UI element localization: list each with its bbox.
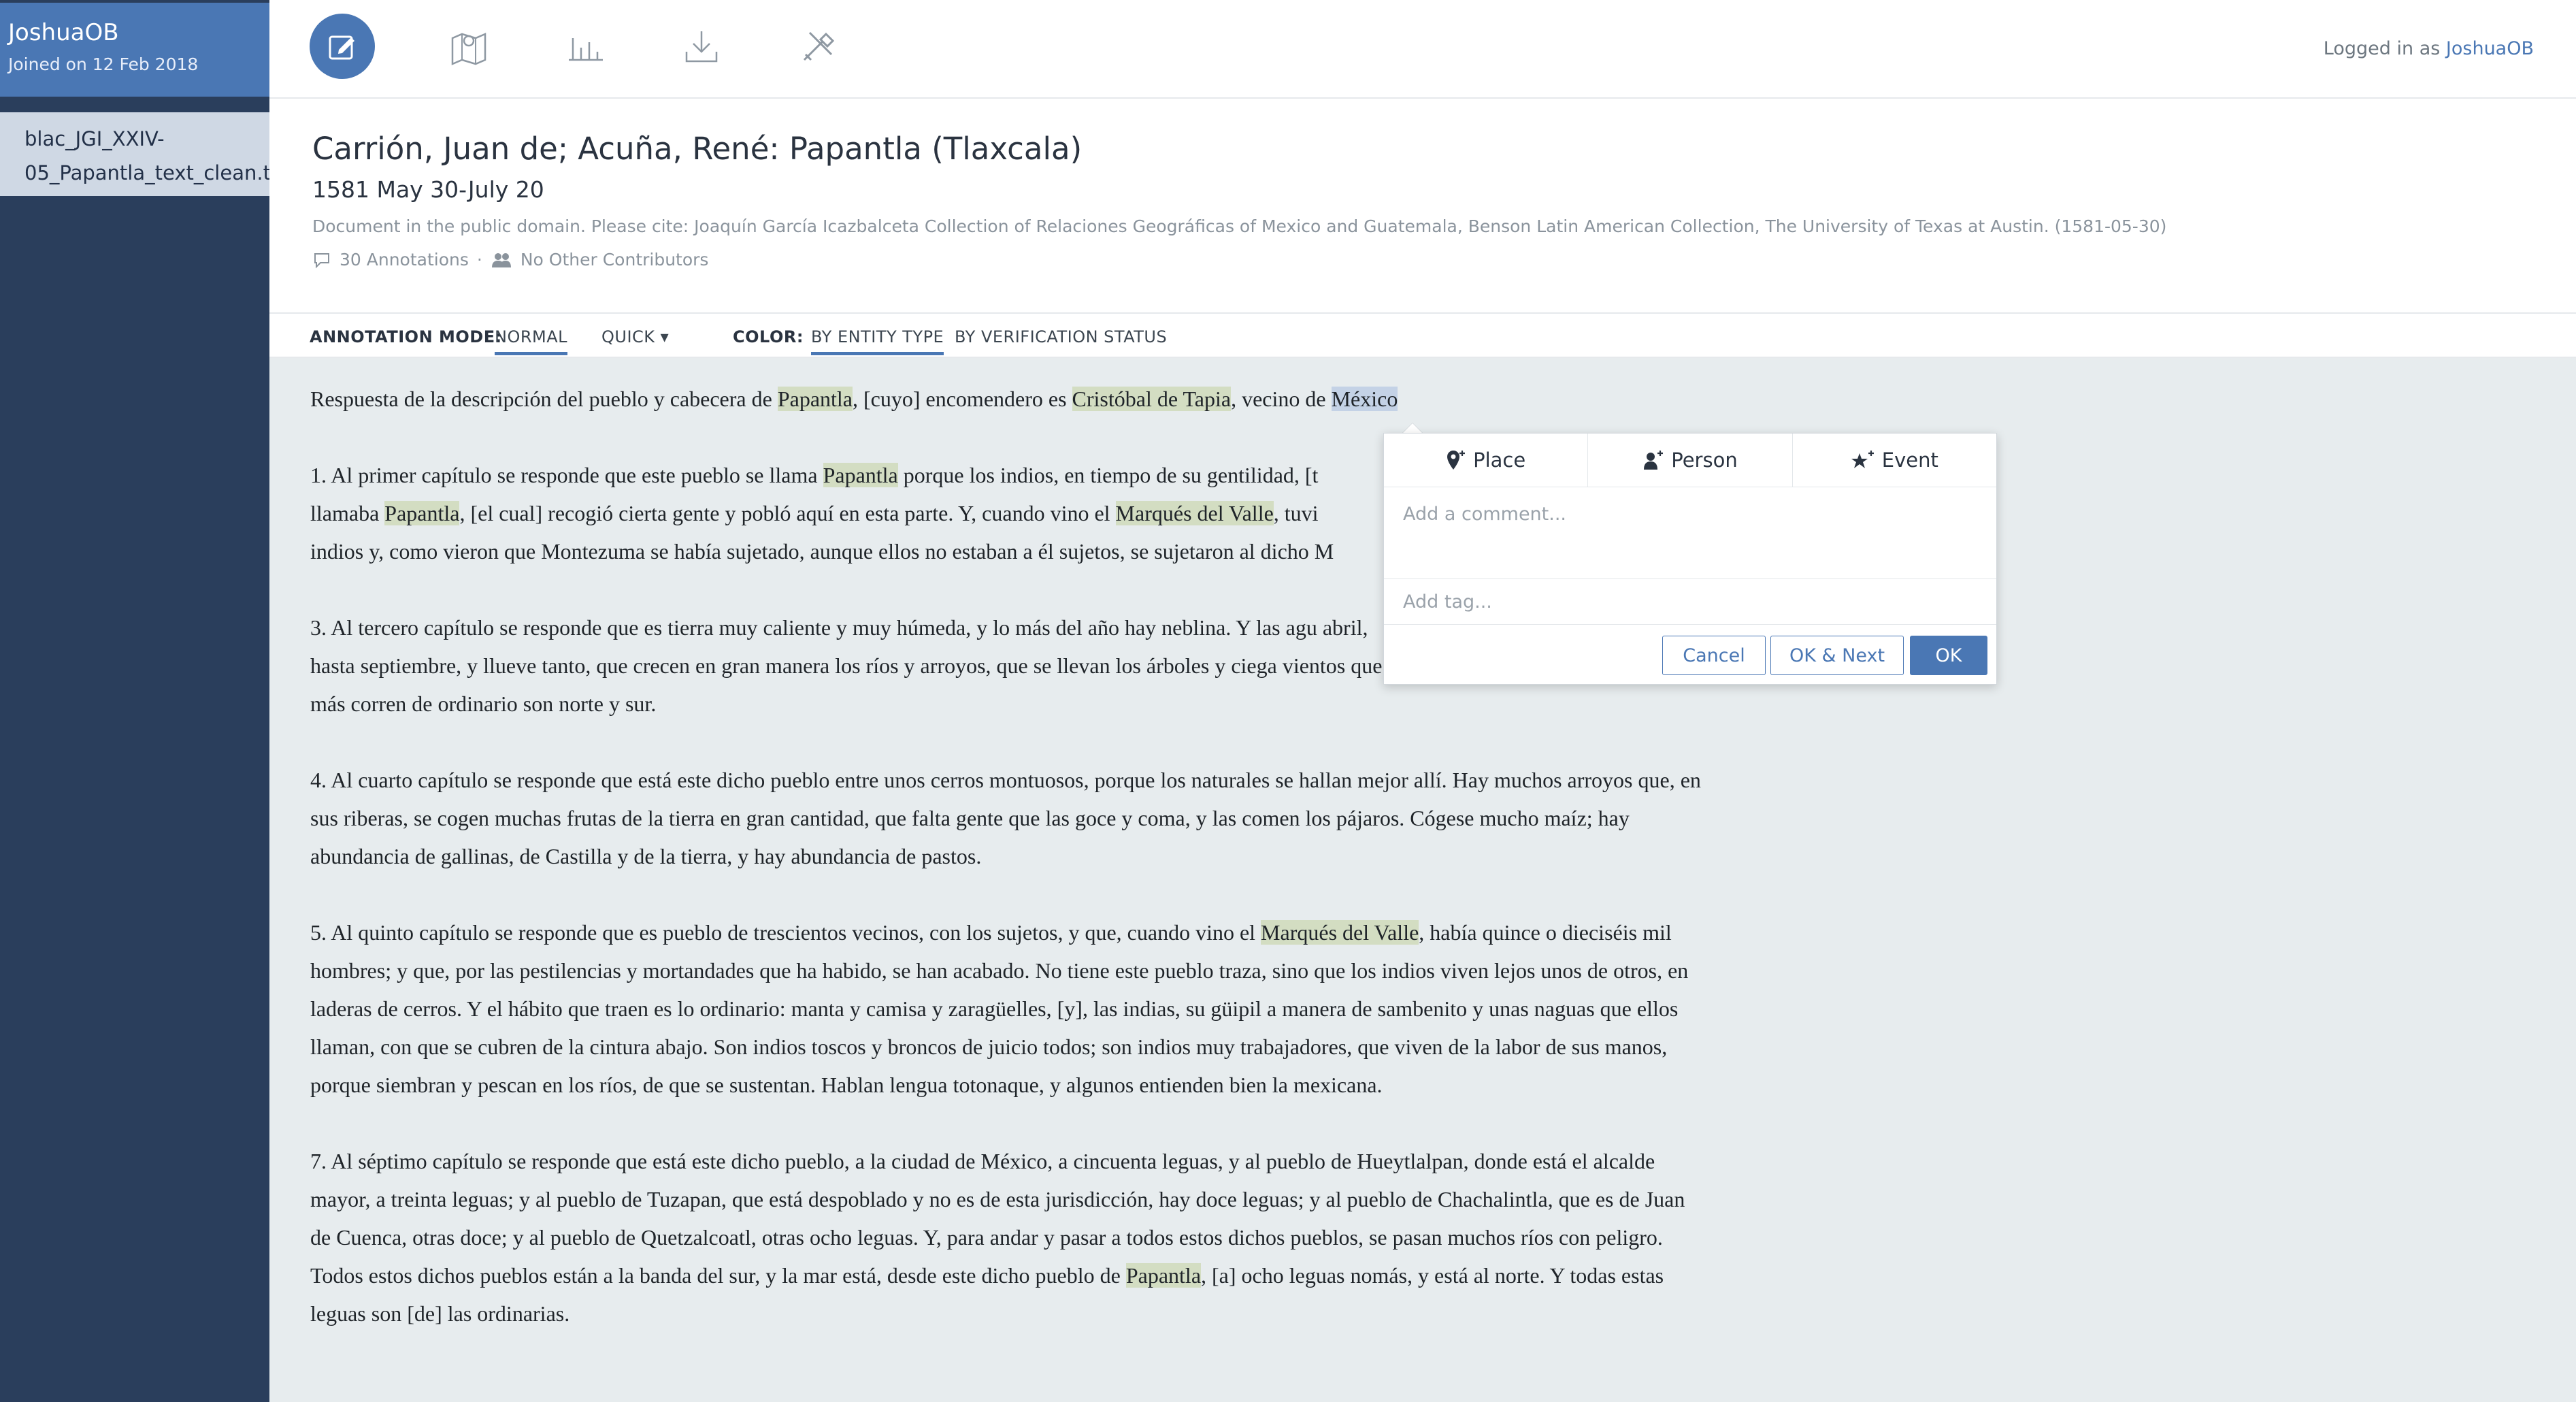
- paragraph-3: 3. Al tercero capítulo se responde que e…: [310, 615, 1383, 716]
- annotation-place[interactable]: Papantla: [777, 387, 853, 411]
- document-filename: blac_JGI_XXIV-05_Papantla_text_clean.txt: [24, 127, 291, 184]
- document-meta: 30 Annotations · No Other Contributors: [312, 250, 708, 270]
- annotation-place[interactable]: Papantla: [1125, 1263, 1202, 1288]
- user-plus-icon: [1644, 451, 1664, 470]
- mode-quick-dropdown[interactable]: QUICK ▾: [601, 327, 669, 346]
- document-citation: Document in the public domain. Please ci…: [312, 216, 2167, 236]
- edit-tool-button[interactable]: [310, 14, 375, 79]
- settings-tool-button[interactable]: [785, 14, 851, 79]
- mode-quick-label: QUICK: [601, 327, 655, 346]
- text-run: , [cuyo] encomendero es: [853, 387, 1072, 411]
- stats-tool-button[interactable]: [552, 14, 618, 79]
- user-profile[interactable]: JoshuaOB Joined on 12 Feb 2018: [0, 3, 269, 97]
- selected-text[interactable]: México: [1331, 387, 1398, 411]
- map-tool-button[interactable]: [436, 14, 501, 79]
- text-run: 1. Al primer capítulo se responde que es…: [310, 463, 823, 487]
- text-run: Respuesta de la descripción del pueblo y…: [310, 387, 778, 411]
- login-prefix: Logged in as: [2323, 38, 2441, 59]
- settings-icon: [803, 31, 835, 61]
- document-date: 1581 May 30-July 20: [312, 176, 544, 203]
- comment-icon: [314, 252, 329, 268]
- download-icon: [685, 31, 718, 63]
- document-title: Carrión, Juan de; Acuña, René: Papantla …: [312, 131, 1083, 167]
- tab-event-label: Event: [1881, 449, 1938, 472]
- text-run: porque los indios, en tiempo de su genti…: [897, 463, 1319, 487]
- annotation-place[interactable]: Papantla: [384, 501, 460, 525]
- text-run: , tuvi: [1273, 501, 1319, 525]
- comment-field[interactable]: Add a comment...: [1384, 487, 1996, 579]
- user-name: JoshuaOB: [8, 19, 119, 46]
- annotation-person[interactable]: Marqués del Valle: [1115, 501, 1274, 525]
- map-marker-plus-icon: [1447, 451, 1466, 470]
- text-run: , vecino de: [1231, 387, 1332, 411]
- sidebar-document-item[interactable]: blac_JGI_XXIV-05_Papantla_text_clean.txt: [0, 112, 291, 196]
- tag-input[interactable]: Add tag...: [1384, 579, 1996, 625]
- chart-icon: [569, 38, 603, 61]
- annotation-person[interactable]: Cristóbal de Tapia: [1072, 387, 1232, 411]
- cancel-button[interactable]: Cancel: [1662, 636, 1766, 675]
- contributors-info: No Other Contributors: [520, 250, 709, 270]
- download-tool-button[interactable]: [669, 14, 734, 79]
- annotation-place[interactable]: Papantla: [823, 463, 898, 487]
- annotation-mode-label: ANNOTATION MODE:: [310, 327, 502, 346]
- tab-person-label: Person: [1671, 449, 1738, 472]
- ok-button[interactable]: OK: [1910, 636, 1987, 675]
- mode-normal-tab[interactable]: NORMAL: [495, 327, 568, 355]
- star-plus-icon: [1851, 451, 1874, 468]
- paragraph-5: 5. Al quinto capítulo se responde que es…: [310, 913, 1705, 1104]
- color-label: COLOR:: [733, 327, 804, 346]
- ok-next-button[interactable]: OK & Next: [1770, 636, 1904, 675]
- text-run: 5. Al quinto capítulo se responde que es…: [310, 920, 1261, 945]
- login-user-link[interactable]: JoshuaOB: [2446, 38, 2534, 59]
- text-run: , [el cual] recogió cierta gente y pobló…: [459, 501, 1116, 525]
- comment-placeholder: Add a comment...: [1403, 504, 1567, 525]
- annotation-count[interactable]: 30 Annotations: [340, 250, 469, 270]
- login-status: Logged in as JoshuaOB: [2324, 38, 2534, 59]
- paragraph-4: 4. Al cuarto capítulo se responde que es…: [310, 768, 1701, 868]
- meta-separator: ·: [476, 250, 482, 270]
- tab-place[interactable]: Place: [1384, 434, 1589, 487]
- caret-down-icon: ▾: [660, 327, 670, 346]
- text-run: llamaba: [310, 501, 385, 525]
- annotation-person[interactable]: Marqués del Valle: [1261, 920, 1419, 945]
- tag-placeholder: Add tag...: [1403, 591, 1492, 613]
- tab-place-label: Place: [1473, 449, 1526, 472]
- users-icon: [491, 252, 511, 267]
- color-by-entity-tab[interactable]: BY ENTITY TYPE: [811, 327, 944, 355]
- paragraph-7: 7. Al séptimo capítulo se responde que e…: [310, 1142, 1705, 1333]
- annotation-popup: Place Person Event Add a comment... Add …: [1383, 433, 1997, 685]
- entity-type-tabs: Place Person Event: [1384, 434, 1996, 487]
- text-run: indios y, como vieron que Montezuma se h…: [310, 539, 1334, 564]
- user-joined-date: Joined on 12 Feb 2018: [8, 54, 199, 74]
- edit-icon: [329, 35, 354, 60]
- tab-event[interactable]: Event: [1793, 434, 1996, 487]
- color-by-verification-tab[interactable]: BY VERIFICATION STATUS: [955, 327, 1167, 346]
- sidebar: JoshuaOB Joined on 12 Feb 2018 blac_JGI_…: [0, 0, 291, 1402]
- tab-person[interactable]: Person: [1588, 434, 1793, 487]
- paragraph-intro: Respuesta de la descripción del pueblo y…: [310, 380, 1705, 418]
- annotation-mode-bar: ANNOTATION MODE: NORMAL QUICK ▾ COLOR: B…: [269, 312, 2576, 358]
- toolbar: Logged in as JoshuaOB: [269, 0, 2576, 99]
- map-icon: [451, 33, 486, 65]
- text-run: , había quince o dieciséis mil hombres; …: [310, 920, 1689, 1097]
